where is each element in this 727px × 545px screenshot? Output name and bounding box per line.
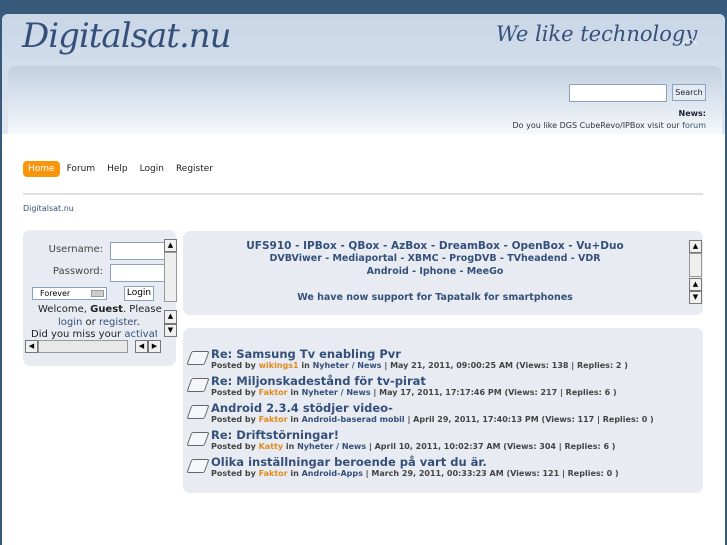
- in-text: in: [287, 469, 302, 478]
- or-text: or: [82, 317, 99, 328]
- news-text: Do you like DGS CubeRevo/IPBox visit our…: [513, 121, 706, 130]
- posted-by: Posted by: [211, 388, 259, 397]
- scroll-right-icon[interactable]: ▶: [148, 340, 161, 353]
- news-forum-link[interactable]: forum: [682, 121, 706, 130]
- post-author[interactable]: Faktor: [259, 469, 288, 478]
- register-link[interactable]: register: [99, 317, 137, 328]
- nav-help[interactable]: Help: [102, 161, 133, 177]
- scroll-up-icon[interactable]: ▲: [164, 239, 177, 252]
- post-title[interactable]: Android 2.3.4 stödjer video-: [211, 401, 393, 415]
- nav-forum[interactable]: Forum: [62, 161, 101, 177]
- nav-login[interactable]: Login: [135, 161, 169, 177]
- recent-posts-panel: Re: Samsung Tv enabling Pvr Posted by wik…: [183, 328, 703, 493]
- post-meta: Posted by Katty in Nyheter / News | Apri…: [211, 442, 615, 451]
- slogan: We like technology: [496, 22, 698, 46]
- post-icon: [186, 351, 210, 365]
- divider: [23, 193, 703, 195]
- post-icon: [186, 432, 210, 446]
- news-body: Do you like DGS CubeRevo/IPBox visit our: [512, 121, 683, 130]
- nav-home[interactable]: Home: [23, 161, 60, 177]
- post-meta: Posted by wikings1 in Nyheter / News | M…: [211, 361, 628, 370]
- post-info: | April 29, 2011, 17:40:13 PM (Views: 11…: [404, 415, 654, 424]
- posted-by: Posted by: [211, 442, 259, 451]
- welcome-post: . Please: [122, 304, 162, 315]
- site-logo[interactable]: Digitalsat.nu: [22, 16, 232, 56]
- ticker-scroll-thumb[interactable]: [689, 253, 702, 277]
- duration-value: Forever: [40, 289, 71, 298]
- collapse-header-icon[interactable]: ︿: [682, 24, 698, 48]
- scroll-left-icon[interactable]: ◀: [25, 340, 38, 353]
- scroll-down-icon[interactable]: ▼: [689, 291, 702, 304]
- post-info: | May 17, 2011, 17:17:46 PM (Views: 217 …: [370, 388, 617, 397]
- in-text: in: [287, 415, 302, 424]
- login-register-text: login or register.: [58, 317, 140, 328]
- post-author[interactable]: Faktor: [259, 415, 288, 424]
- username-label: Username:: [48, 244, 103, 255]
- scroll-up-icon-2[interactable]: ▲: [164, 310, 177, 324]
- header: Digitalsat.nu We like technology ︿ Searc…: [2, 14, 725, 134]
- header-band: Search News: Do you like DGS CubeRevo/IP…: [8, 66, 722, 134]
- post-info: | May 21, 2011, 09:00:25 AM (Views: 138 …: [381, 361, 628, 370]
- post-icon: [186, 378, 210, 392]
- post-author[interactable]: Katty: [259, 442, 283, 451]
- welcome-text: Welcome, Guest. Please: [38, 304, 162, 315]
- scroll-down-icon[interactable]: ▼: [164, 324, 177, 337]
- post-title[interactable]: Re: Miljonskadestånd för tv-pirat: [211, 374, 426, 388]
- ticker-line-3: Android - Iphone - MeeGo: [366, 266, 504, 277]
- ticker-panel: UFS910 - IPBox - QBox - AzBox - DreamBox…: [183, 231, 703, 315]
- in-text: in: [298, 361, 313, 370]
- post-author[interactable]: wikings1: [259, 361, 299, 370]
- activation-link[interactable]: activation: [124, 329, 157, 340]
- search-input[interactable]: [569, 84, 667, 102]
- password-label: Password:: [52, 266, 103, 277]
- ticker-line-4: We have now support for Tapatalk for sma…: [297, 292, 573, 303]
- post-title[interactable]: Re: Driftstörningar!: [211, 428, 339, 442]
- scroll-left-icon-2[interactable]: ◀: [135, 340, 148, 353]
- search-button[interactable]: Search: [672, 84, 706, 101]
- post-meta: Posted by Faktor in Android-baserad mobi…: [211, 415, 654, 424]
- in-text: in: [283, 442, 298, 451]
- welcome-pre: Welcome,: [38, 304, 91, 315]
- ticker-line-1: UFS910 - IPBox - QBox - AzBox - DreamBox…: [246, 240, 624, 252]
- horizontal-scrollbar-thumb[interactable]: [38, 340, 128, 353]
- post-board[interactable]: Android-baserad mobil: [302, 415, 405, 424]
- posted-by: Posted by: [211, 361, 259, 370]
- scroll-up-icon-2[interactable]: ▲: [689, 278, 702, 291]
- post-meta: Posted by Faktor in Nyheter / News | May…: [211, 388, 617, 397]
- nav-register[interactable]: Register: [171, 161, 218, 177]
- username-input[interactable]: [110, 242, 166, 260]
- posted-by: Posted by: [211, 469, 259, 478]
- post-icon: [186, 459, 210, 473]
- session-duration-select[interactable]: Forever: [32, 287, 107, 300]
- post-title[interactable]: Olika inställningar beroende på vart du …: [211, 455, 487, 469]
- post-info: | March 29, 2011, 00:33:23 AM (Views: 12…: [362, 469, 619, 478]
- vertical-scrollbar-thumb[interactable]: [164, 252, 177, 302]
- in-text: in: [287, 388, 302, 397]
- guest-name: Guest: [90, 304, 123, 315]
- login-link[interactable]: login: [58, 317, 82, 328]
- main-nav: Home Forum Help Login Register: [23, 161, 220, 177]
- post-icon: [186, 405, 210, 419]
- post-board[interactable]: Nyheter / News: [313, 361, 382, 370]
- post-title[interactable]: Re: Samsung Tv enabling Pvr: [211, 347, 401, 361]
- password-input[interactable]: [110, 264, 166, 282]
- dot: .: [136, 317, 140, 328]
- post-meta: Posted by Faktor in Android-Apps | March…: [211, 469, 619, 478]
- login-panel: Username: Password: Forever Login Welcom…: [23, 230, 177, 366]
- post-board[interactable]: Android-Apps: [302, 469, 363, 478]
- dropdown-icon: [91, 290, 104, 297]
- missed-text: Did you miss your: [31, 329, 125, 340]
- page: Digitalsat.nu We like technology ︿ Searc…: [2, 14, 725, 545]
- post-board[interactable]: Nyheter / News: [302, 388, 371, 397]
- activation-text: Did you miss your activation: [31, 329, 157, 340]
- post-info: | April 10, 2011, 10:02:37 AM (Views: 30…: [366, 442, 616, 451]
- scroll-up-icon[interactable]: ▲: [689, 240, 702, 253]
- login-button[interactable]: Login: [124, 286, 154, 301]
- posted-by: Posted by: [211, 415, 259, 424]
- breadcrumb[interactable]: Digitalsat.nu: [23, 204, 74, 213]
- ticker-line-2: DVBViwer - Mediaportal - XBMC - ProgDVB …: [269, 253, 601, 264]
- post-board[interactable]: Nyheter / News: [297, 442, 366, 451]
- post-author[interactable]: Faktor: [259, 388, 288, 397]
- news-label: News:: [678, 109, 706, 118]
